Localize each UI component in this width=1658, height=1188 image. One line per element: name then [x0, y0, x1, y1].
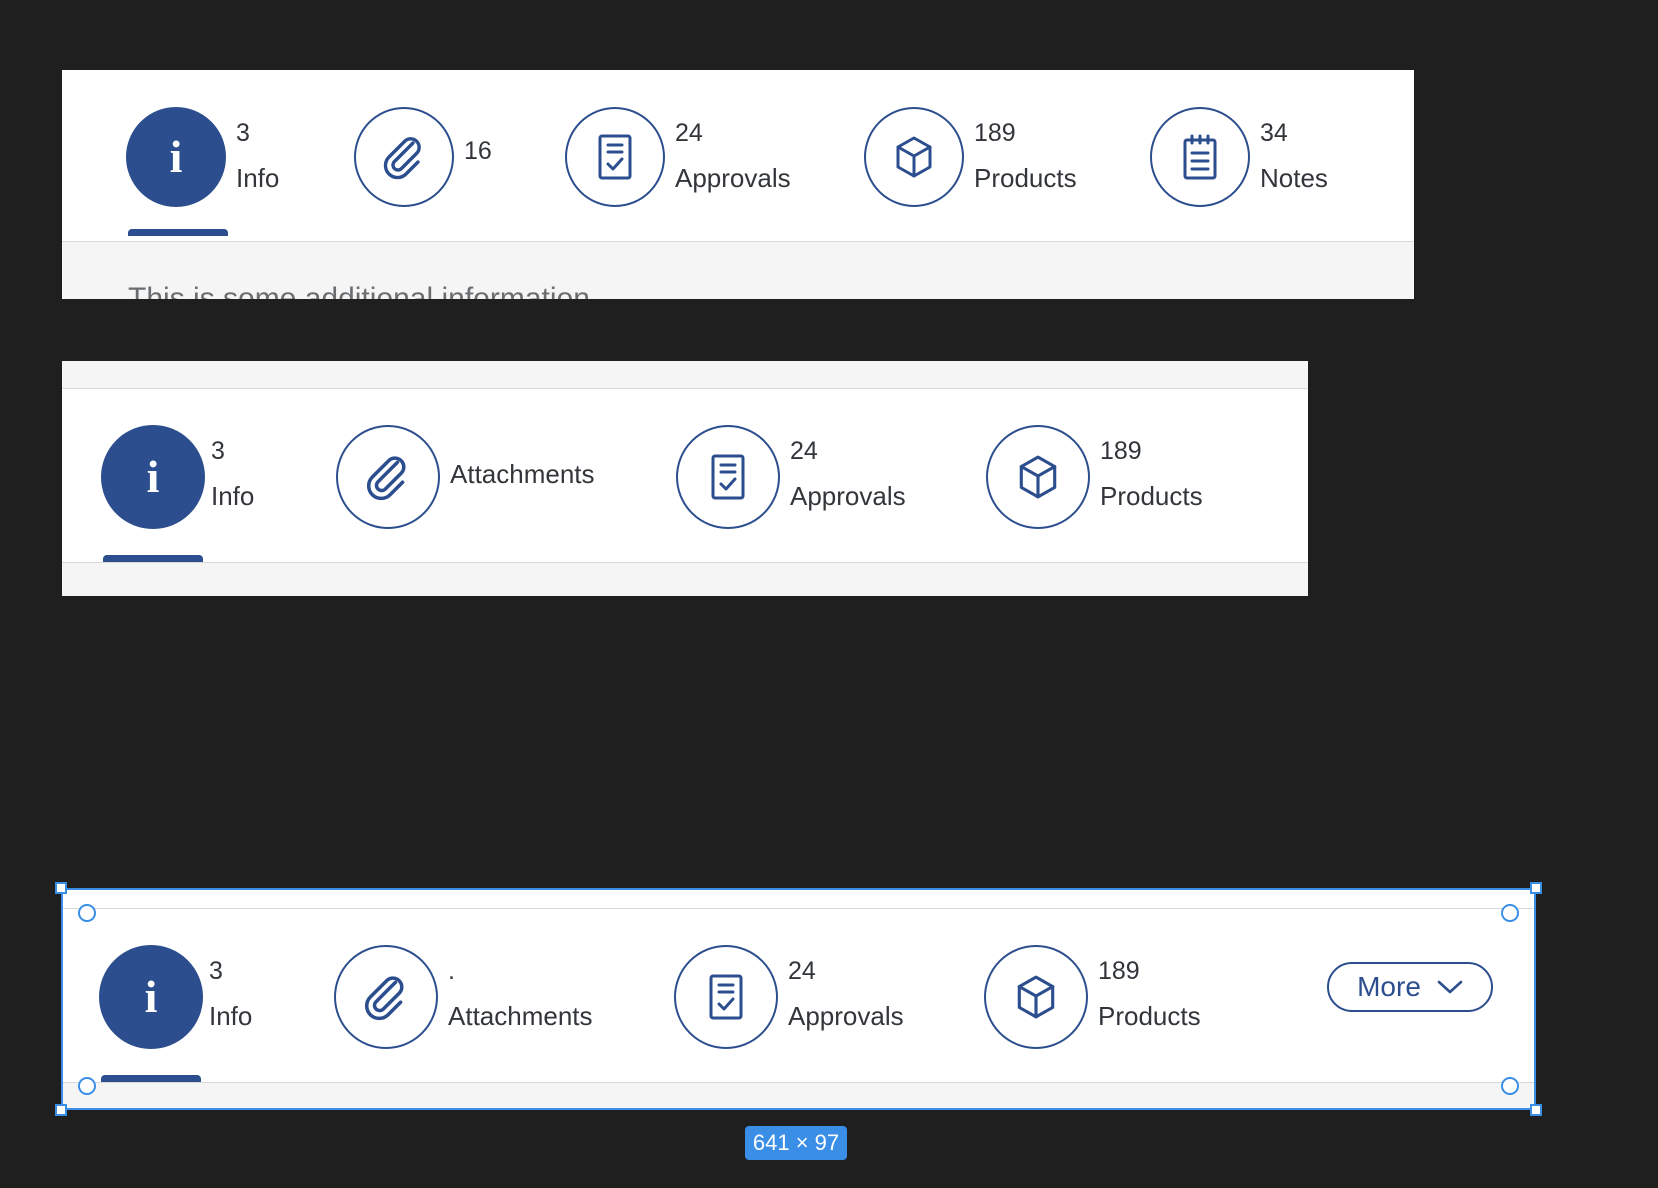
tab-count: 24 [788, 957, 816, 985]
resize-handle-top-right[interactable] [1530, 882, 1542, 894]
tab-info-circle: i [126, 107, 226, 207]
tab-notes[interactable]: 34 Notes [1150, 107, 1340, 217]
resize-handle-bottom-left[interactable] [55, 1104, 67, 1116]
tab-bar-panel-1: i 3 Info 16 24 Approvals 189 Products 34… [62, 70, 1414, 299]
tab-products[interactable]: 189 Products [984, 945, 1224, 1055]
tab-label: Products [974, 163, 1077, 193]
corner-radius-handle-bottom-left[interactable] [78, 1077, 96, 1095]
icon-tab-header: i 3 Info Attachments 24 Approvals 189 Pr… [62, 388, 1308, 563]
product-box-icon [1019, 455, 1057, 499]
tab-approvals-circle [676, 425, 780, 529]
tab-content-area [62, 562, 1308, 596]
tab-approvals[interactable]: 24 Approvals [674, 945, 924, 1055]
tab-label: Approvals [790, 481, 906, 511]
tab-label: Info [209, 1001, 253, 1031]
info-icon: i [146, 451, 160, 502]
notes-icon [1183, 134, 1217, 180]
tab-count: 34 [1260, 119, 1288, 147]
tab-attachments-circle [334, 945, 438, 1049]
icon-tab-header: i 3 Info . Attachments 24 Approvals 189 … [62, 908, 1536, 1083]
tab-info[interactable]: i 3 Info [126, 107, 286, 236]
corner-radius-handle-top-left[interactable] [78, 904, 96, 922]
approval-document-icon [709, 974, 743, 1020]
tab-count: 3 [211, 437, 225, 465]
paperclip-icon [367, 456, 406, 501]
tab-count: . [448, 957, 455, 985]
tab-content-area: This is some additional information [62, 241, 1414, 299]
approval-document-icon [598, 134, 632, 180]
tab-notes-circle [1150, 107, 1250, 207]
tab-label: Info [236, 163, 280, 193]
tab-attachments-circle [354, 107, 454, 207]
tab-count: 24 [790, 437, 818, 465]
tab-info[interactable]: i 3 Info [101, 425, 261, 562]
tab-label: Products [1100, 481, 1203, 511]
product-box-icon [896, 136, 932, 178]
tab-products[interactable]: 189 Products [986, 425, 1226, 535]
resize-handle-top-left[interactable] [55, 882, 67, 894]
tab-label: Approvals [788, 1001, 904, 1031]
tab-attachments[interactable]: . Attachments [334, 945, 614, 1055]
tab-content-area [62, 1082, 1536, 1110]
tab-products-circle [864, 107, 964, 207]
more-tabs-button[interactable]: More [1327, 962, 1493, 1012]
tab-approvals-circle [674, 945, 778, 1049]
info-icon: i [169, 131, 183, 182]
tab-approvals-circle [565, 107, 665, 207]
tab-count: 3 [209, 957, 223, 985]
chevron-down-icon [1437, 980, 1463, 994]
tab-approvals[interactable]: 24 Approvals [565, 107, 805, 217]
tab-products[interactable]: 189 Products [864, 107, 1094, 217]
product-box-icon [1017, 975, 1055, 1019]
tab-label: Attachments [448, 1001, 593, 1031]
corner-radius-handle-bottom-right[interactable] [1501, 1077, 1519, 1095]
paperclip-icon [383, 137, 421, 180]
dimension-badge: 641 × 97 [745, 1126, 847, 1160]
tab-label: Approvals [675, 163, 791, 193]
tab-info-circle: i [101, 425, 205, 529]
tab-info-circle: i [99, 945, 203, 1049]
tab-label: Notes [1260, 163, 1328, 193]
tab-products-circle [984, 945, 1088, 1049]
tab-label: Products [1098, 1001, 1201, 1031]
tab-bar-panel-2: i 3 Info Attachments 24 Approvals 189 Pr… [62, 361, 1308, 596]
selected-tab-indicator [101, 1075, 201, 1082]
more-button-label: More [1357, 971, 1421, 1002]
tab-label: Info [211, 481, 255, 511]
approval-document-icon [711, 454, 745, 500]
tab-count: 189 [1100, 437, 1142, 465]
icon-tab-header: i 3 Info 16 24 Approvals 189 Products 34… [62, 70, 1414, 241]
tab-count: 16 [464, 137, 492, 165]
tab-info[interactable]: i 3 Info [99, 945, 259, 1082]
tab-count: 189 [974, 119, 1016, 147]
paperclip-icon [365, 976, 404, 1021]
tab-attachments[interactable]: Attachments [336, 425, 616, 535]
corner-radius-handle-top-right[interactable] [1501, 904, 1519, 922]
tab-count: 24 [675, 119, 703, 147]
info-icon: i [144, 971, 158, 1022]
resize-handle-bottom-right[interactable] [1530, 1104, 1542, 1116]
tab-attachments[interactable]: 16 [354, 107, 504, 217]
tab-count: 189 [1098, 957, 1140, 985]
tab-count: 3 [236, 119, 250, 147]
tab-products-circle [986, 425, 1090, 529]
tab-bar-panel-3: i 3 Info . Attachments 24 Approvals 189 … [62, 889, 1536, 1110]
tab-label: Attachments [450, 459, 595, 489]
tab-content-text: This is some additional information [128, 282, 590, 299]
tab-attachments-circle [336, 425, 440, 529]
selected-tab-indicator [103, 555, 203, 562]
selected-tab-indicator [128, 229, 228, 236]
tab-approvals[interactable]: 24 Approvals [676, 425, 926, 535]
